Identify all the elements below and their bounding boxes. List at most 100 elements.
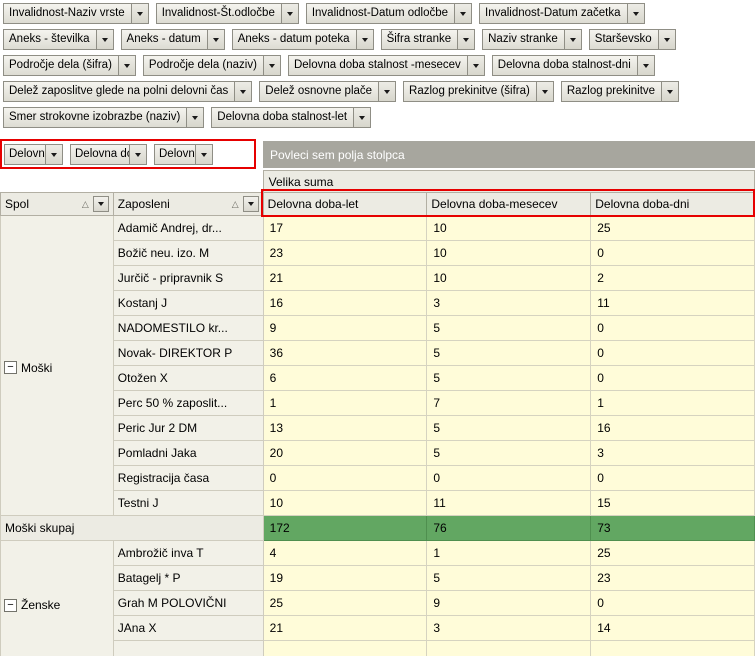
value-cell: 17	[262, 215, 428, 241]
employee-name-cell[interactable]: Adamič Andrej, dr...	[112, 215, 264, 241]
pivot-field-button[interactable]: Delovna doba stalnost-dni	[491, 55, 655, 76]
pivot-field-button[interactable]: Šifra stranke	[380, 29, 476, 50]
filter-field-button[interactable]: Delovna	[4, 144, 63, 165]
dropdown-arrow-icon[interactable]	[117, 56, 135, 75]
employee-name-cell[interactable]: NADOMESTILO kr...	[112, 315, 264, 341]
group-cell[interactable]: Moški	[0, 215, 114, 516]
pivot-data-row: Testni J 10 11 15	[1, 490, 755, 516]
employee-name-cell[interactable]: Batagelj * P	[112, 565, 264, 591]
dropdown-arrow-icon[interactable]	[636, 56, 654, 75]
field-button-label: Aneks - datum poteka	[237, 33, 350, 45]
value-cell: 36	[262, 340, 428, 366]
field-button-label: Delovna doba stalnost-let	[217, 111, 348, 123]
dropdown-arrow-icon[interactable]	[535, 82, 553, 101]
dropdown-arrow-icon[interactable]	[262, 56, 280, 75]
filter-dropdown-button[interactable]	[92, 196, 109, 212]
sort-ascending-icon: △	[81, 198, 89, 209]
dropdown-arrow-icon[interactable]	[95, 30, 113, 49]
dropdown-arrow-icon[interactable]	[186, 108, 204, 127]
pivot-field-button[interactable]: Delovna doba stalnost -mesecev	[287, 55, 485, 76]
column-drop-zone[interactable]: Povleci sem polja stolpca	[263, 141, 755, 168]
dropdown-arrow-icon[interactable]	[378, 82, 396, 101]
grand-total-header[interactable]: Velika suma	[262, 170, 755, 193]
dropdown-arrow-icon[interactable]	[466, 56, 484, 75]
filter-field-button[interactable]: Delovna	[154, 144, 213, 165]
employee-name-cell[interactable]	[112, 640, 264, 656]
pivot-data-row: Jurčič - pripravnik S 21 10 2	[1, 265, 755, 291]
pivot-field-button[interactable]: Delovna doba stalnost-let	[211, 107, 372, 128]
column-header-delovna-doba-dni[interactable]: Delovna doba-dni	[590, 192, 755, 216]
collapse-group-icon[interactable]	[4, 361, 17, 374]
dropdown-arrow-icon[interactable]	[206, 30, 224, 49]
employee-name-cell[interactable]: Jurčič - pripravnik S	[112, 265, 264, 291]
employee-name-cell[interactable]: Testni J	[112, 490, 264, 516]
column-header-delovna-doba-let[interactable]: Delovna doba-let	[262, 192, 428, 216]
value-cell: 11	[590, 290, 755, 316]
pivot-field-button[interactable]: Področje dela (šifra)	[3, 55, 136, 76]
employee-name-cell[interactable]: Peric Jur 2 DM	[112, 415, 264, 441]
pivot-field-button[interactable]: Aneks - datum poteka	[231, 29, 374, 50]
group-total-label: Moški skupaj	[0, 515, 264, 541]
value-cell: 9	[262, 315, 428, 341]
field-button-label: Aneks - številka	[9, 33, 90, 45]
employee-name-cell[interactable]: Ambrožič inva T	[112, 540, 264, 566]
collapse-group-icon[interactable]	[4, 598, 17, 612]
group-cell[interactable]: Ženske	[0, 540, 114, 656]
value-cell	[426, 640, 592, 656]
value-cell: 13	[262, 415, 428, 441]
pivot-field-button[interactable]: Delež osnovne plače	[259, 81, 397, 102]
group-label: Moški	[21, 360, 53, 375]
employee-name-cell[interactable]: Otožen X	[112, 365, 264, 391]
filter-dropdown-button[interactable]	[242, 196, 259, 212]
field-button-label: Delovna doba stalnost-dni	[497, 59, 631, 71]
value-cell: 0	[590, 465, 755, 491]
value-cell: 10	[262, 490, 428, 516]
filter-field-button[interactable]: Delovna do	[70, 144, 147, 165]
employee-name-cell[interactable]: Registracija časa	[112, 465, 264, 491]
pivot-field-button[interactable]: Aneks - datum	[120, 29, 225, 50]
employee-name-cell[interactable]: Novak- DIREKTOR P	[112, 340, 264, 366]
dropdown-arrow-icon[interactable]	[195, 145, 212, 164]
dropdown-arrow-icon[interactable]	[353, 108, 371, 127]
dropdown-arrow-icon[interactable]	[626, 4, 644, 23]
dropdown-arrow-icon[interactable]	[657, 30, 675, 49]
dropdown-arrow-icon[interactable]	[234, 82, 252, 101]
pivot-field-button[interactable]: Smer strokovne izobrazbe (naziv)	[3, 107, 205, 128]
pivot-field-button[interactable]: Delež zaposlitve glede na polni delovni …	[3, 81, 253, 102]
dropdown-arrow-icon[interactable]	[280, 4, 298, 23]
column-header-delovna-doba-mesecev[interactable]: Delovna doba-mesecev	[426, 192, 592, 216]
pivot-data-row: NADOMESTILO kr... 9 5 0	[1, 315, 755, 341]
pivot-field-button[interactable]: Področje dela (naziv)	[142, 55, 281, 76]
dropdown-arrow-icon[interactable]	[454, 4, 472, 23]
pivot-field-button[interactable]: Invalidnost-Št.odločbe	[155, 3, 299, 24]
group-total-value-cell: 76	[426, 515, 592, 541]
dropdown-arrow-icon[interactable]	[45, 145, 62, 164]
employee-name-cell[interactable]: Pomladni Jaka	[112, 440, 264, 466]
pivot-field-button[interactable]: Invalidnost-Naziv vrste	[3, 3, 149, 24]
pivot-field-button[interactable]: Invalidnost-Datum začetka	[479, 3, 645, 24]
pivot-data-row: Grah M POLOVIČNI 25 9 0	[1, 590, 755, 616]
dropdown-arrow-icon[interactable]	[130, 4, 148, 23]
row-field-header-zaposleni[interactable]: Zaposleni △	[112, 192, 264, 216]
dropdown-arrow-icon[interactable]	[563, 30, 581, 49]
employee-name-cell[interactable]: Kostanj J	[112, 290, 264, 316]
dropdown-arrow-icon[interactable]	[129, 145, 146, 164]
employee-name-cell[interactable]: Perc 50 % zaposlit...	[112, 390, 264, 416]
dropdown-arrow-icon[interactable]	[661, 82, 679, 101]
field-button-label: Smer strokovne izobrazbe (naziv)	[9, 111, 181, 123]
pivot-field-button[interactable]: Razlog prekinitve (šifra)	[403, 81, 554, 102]
pivot-field-button[interactable]: Invalidnost-Datum odločbe	[305, 3, 473, 24]
pivot-field-button[interactable]: Naziv stranke	[482, 29, 582, 50]
dropdown-arrow-icon[interactable]	[457, 30, 475, 49]
value-cell: 6	[262, 365, 428, 391]
employee-name-cell[interactable]: Grah M POLOVIČNI	[112, 590, 264, 616]
dropdown-arrow-icon[interactable]	[355, 30, 373, 49]
employee-name-cell[interactable]: JAna X	[112, 615, 264, 641]
field-button-row: Invalidnost-Naziv vrste Invalidnost-Št.od…	[3, 3, 679, 24]
row-field-header-spol[interactable]: Spol △	[0, 192, 114, 216]
pivot-field-button[interactable]: Starševsko	[588, 29, 676, 50]
field-button-label: Razlog prekinitve	[566, 85, 656, 97]
pivot-field-button[interactable]: Razlog prekinitve	[560, 81, 680, 102]
pivot-field-button[interactable]: Aneks - številka	[3, 29, 114, 50]
employee-name-cell[interactable]: Božič neu. izo. M	[112, 240, 264, 266]
